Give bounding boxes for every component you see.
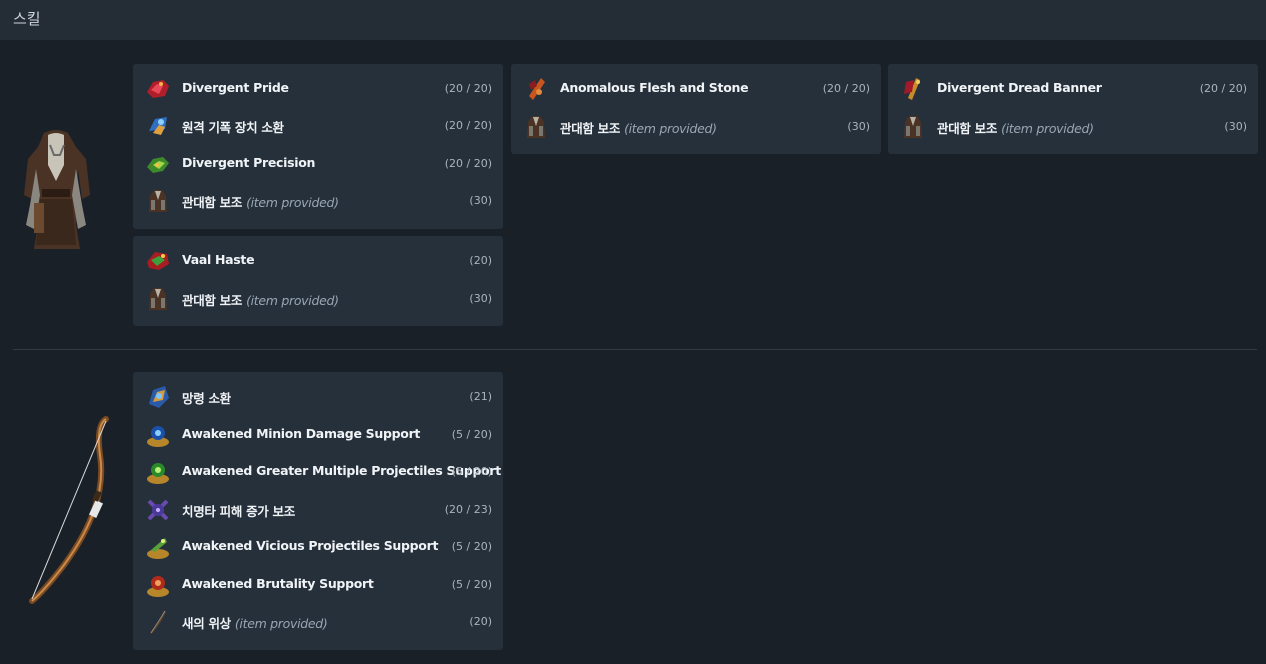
- skill-group-card: Divergent Dread Banner (20 / 20) 관대함 보조(…: [888, 64, 1258, 154]
- skill-row[interactable]: Divergent Dread Banner (20 / 20): [888, 70, 1258, 107]
- skill-row[interactable]: Awakened Minion Damage Support (5 / 20): [133, 416, 503, 453]
- blue-mine-gem-icon: [145, 113, 171, 139]
- skill-name: Divergent Pride: [182, 80, 289, 95]
- skill-name: 원격 기폭 장치 소환: [182, 120, 284, 135]
- skill-name: Divergent Dread Banner: [937, 80, 1102, 95]
- skill-level: (20 / 20): [822, 82, 870, 95]
- flesh-stone-gem-icon: [523, 76, 549, 102]
- skill-group-card: Anomalous Flesh and Stone (20 / 20) 관대함 …: [511, 64, 881, 154]
- item-provided-label: (item provided): [624, 121, 717, 136]
- section-divider: [13, 349, 1257, 350]
- skill-name: Vaal Haste: [182, 252, 255, 267]
- skill-level: (21): [469, 390, 492, 403]
- item-provided-label: (item provided): [246, 293, 339, 308]
- skill-row[interactable]: Awakened Vicious Projectiles Support (5 …: [133, 528, 503, 565]
- awakened-green-support-icon: [145, 459, 171, 485]
- skill-level: (5 / 20): [451, 465, 492, 478]
- skill-group-card: Divergent Pride (20 / 20) 원격 기폭 장치 소환 (2…: [133, 64, 503, 229]
- vaal-haste-gem-icon: [145, 248, 171, 274]
- awakened-red-support-icon: [145, 572, 171, 598]
- skill-name: Awakened Minion Damage Support: [182, 426, 421, 441]
- skill-level: (30): [1224, 120, 1247, 133]
- skill-row[interactable]: 원격 기폭 장치 소환 (20 / 20): [133, 107, 503, 144]
- skill-level: (30): [469, 194, 492, 207]
- skill-name: Awakened Brutality Support: [182, 576, 374, 591]
- skill-name: Anomalous Flesh and Stone: [560, 80, 749, 95]
- skill-row[interactable]: 치명타 피해 증가 보조 (20 / 23): [133, 491, 503, 528]
- skill-level: (20 / 20): [1199, 82, 1247, 95]
- skill-level: (20): [469, 615, 492, 628]
- green-aura-gem-icon: [145, 151, 171, 177]
- skill-row[interactable]: 관대함 보조 (item provided) (30): [133, 280, 503, 317]
- skill-row[interactable]: 새의 위상 (item provided) (20): [133, 603, 503, 640]
- skill-level: (20 / 20): [444, 157, 492, 170]
- skill-level: (5 / 20): [451, 428, 492, 441]
- purple-support-icon: [145, 497, 171, 523]
- skill-level: (20 / 23): [444, 503, 492, 516]
- page-title: 스킬: [13, 10, 41, 28]
- item-provided-bow-icon: [145, 609, 171, 635]
- header-bar: 스킬: [0, 0, 1266, 40]
- skill-row[interactable]: 관대함 보조 (item provided) (30): [511, 108, 881, 145]
- skill-level: (5 / 20): [451, 578, 492, 591]
- skill-name: 망령 소환: [182, 391, 231, 406]
- awakened-green-support-icon: [145, 534, 171, 560]
- awakened-blue-support-icon: [145, 422, 171, 448]
- item-provided-armour-icon: [145, 188, 171, 214]
- skill-row[interactable]: Divergent Pride (20 / 20): [133, 70, 503, 107]
- item-provided-label: (item provided): [1001, 121, 1094, 136]
- skill-row[interactable]: Divergent Precision (20 / 20): [133, 145, 503, 182]
- skill-row[interactable]: Vaal Haste (20): [133, 242, 503, 279]
- skill-row[interactable]: Awakened Greater Multiple Projectiles Su…: [133, 453, 503, 490]
- skill-level: (30): [469, 292, 492, 305]
- spectre-gem-icon: [145, 384, 171, 410]
- skill-name: Awakened Vicious Projectiles Support: [182, 538, 439, 553]
- skill-name: Divergent Precision: [182, 155, 316, 170]
- skill-level: (30): [847, 120, 870, 133]
- skill-name: 새의 위상: [182, 616, 231, 631]
- skill-level: (5 / 20): [451, 540, 492, 553]
- banner-gem-icon: [900, 76, 926, 102]
- skill-name: 관대함 보조: [560, 121, 621, 136]
- skill-row[interactable]: 관대함 보조 (item provided) (30): [888, 108, 1258, 145]
- red-aura-gem-icon: [145, 76, 171, 102]
- bow-icon[interactable]: [24, 415, 114, 605]
- skill-name: 관대함 보조: [182, 195, 243, 210]
- item-provided-armour-icon: [145, 286, 171, 312]
- skill-name: 관대함 보조: [937, 121, 998, 136]
- item-provided-armour-icon: [523, 114, 549, 140]
- skill-level: (20 / 20): [444, 119, 492, 132]
- skill-level: (20): [469, 254, 492, 267]
- skill-name: 관대함 보조: [182, 293, 243, 308]
- skill-group-card: Vaal Haste (20) 관대함 보조 (item provided) (3…: [133, 236, 503, 326]
- item-provided-label: (item provided): [234, 616, 328, 631]
- body-armour-icon[interactable]: [20, 125, 92, 253]
- item-provided-label: (item provided): [246, 195, 339, 210]
- skill-row[interactable]: 망령 소환 (21): [133, 378, 503, 415]
- skill-name: 치명타 피해 증가 보조: [182, 504, 295, 519]
- skill-row[interactable]: 관대함 보조 (item provided) (30): [133, 182, 503, 219]
- skill-row[interactable]: Anomalous Flesh and Stone (20 / 20): [511, 70, 881, 107]
- skill-level: (20 / 20): [444, 82, 492, 95]
- skill-group-card: 망령 소환 (21) Awakened Minion Damage Suppor…: [133, 372, 503, 650]
- item-provided-armour-icon: [900, 114, 926, 140]
- skill-row[interactable]: Awakened Brutality Support (5 / 20): [133, 566, 503, 603]
